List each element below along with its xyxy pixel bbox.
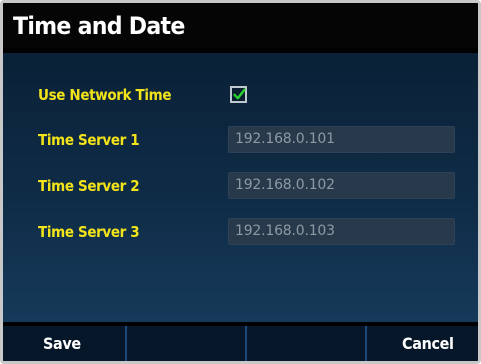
- page-title: Time and Date: [13, 12, 185, 40]
- cancel-softkey[interactable]: Cancel: [367, 326, 478, 361]
- time-server-1-label: Time Server 1: [38, 131, 140, 149]
- save-softkey[interactable]: Save: [3, 326, 125, 361]
- save-softkey-label: Save: [43, 334, 81, 353]
- softkey-2[interactable]: [127, 326, 245, 361]
- time-server-1-field[interactable]: 192.168.0.101: [228, 126, 455, 153]
- phone-screen: Time and Date Use Network Time Time Serv…: [0, 0, 481, 364]
- settings-panel: Use Network Time Time Server 1 192.168.0…: [3, 53, 478, 322]
- time-server-2-label: Time Server 2: [38, 177, 140, 195]
- time-server-2-field[interactable]: 192.168.0.102: [228, 172, 455, 199]
- title-bar: Time and Date: [3, 3, 478, 48]
- checkmark-icon: [233, 88, 246, 100]
- use-network-time-label: Use Network Time: [38, 86, 172, 104]
- softkey-3[interactable]: [247, 326, 365, 361]
- time-server-3-field[interactable]: 192.168.0.103: [228, 218, 455, 245]
- use-network-time-checkbox[interactable]: [230, 86, 247, 103]
- time-server-3-label: Time Server 3: [38, 223, 140, 241]
- cancel-softkey-label: Cancel: [402, 334, 454, 353]
- softkey-bar: Save Cancel: [3, 326, 478, 361]
